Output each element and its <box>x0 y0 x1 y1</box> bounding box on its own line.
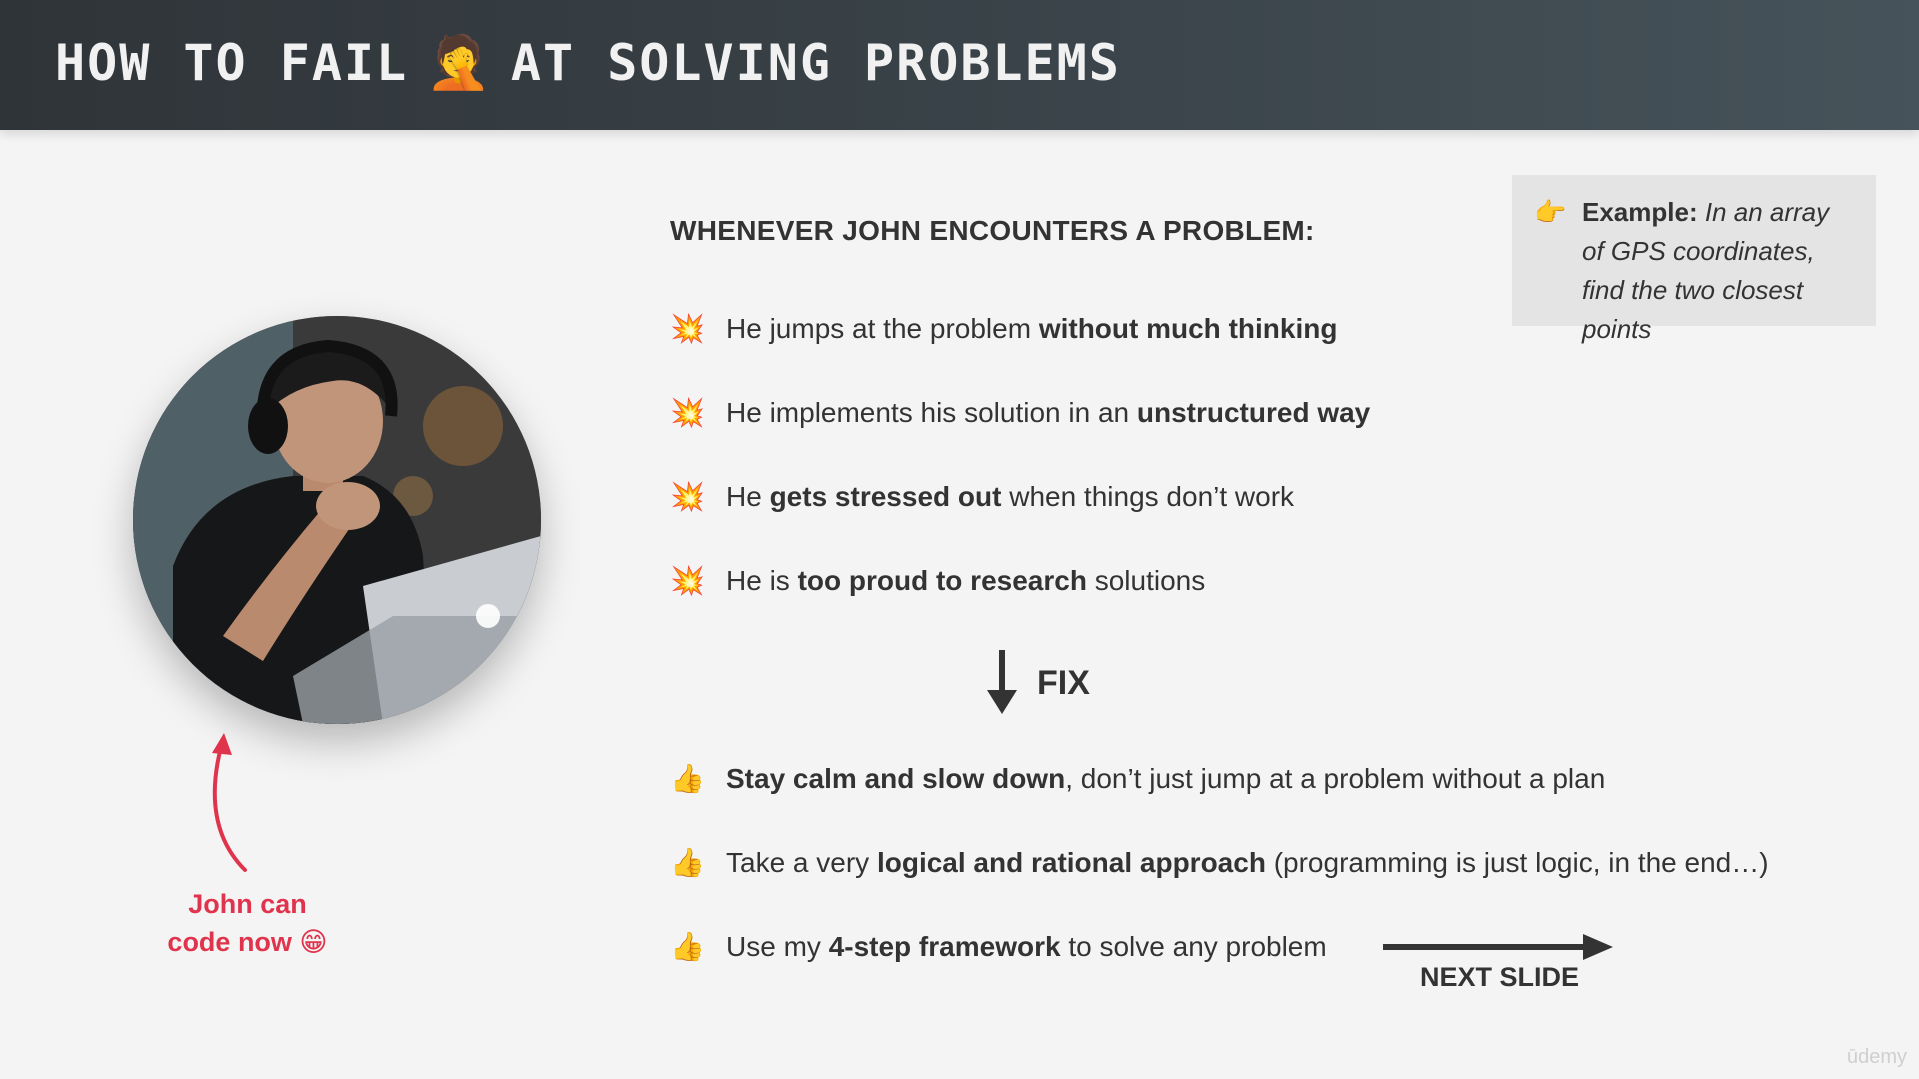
facepalm-icon: 🤦 <box>426 33 493 93</box>
red-curved-arrow-icon <box>212 733 247 872</box>
fix-marker: FIX <box>985 650 1090 716</box>
fix-text-post: (programming is just logic, in the end…) <box>1265 846 1769 878</box>
caption-line-2: code now 😁 <box>167 927 328 957</box>
fix-text-bold: logical and rational approach <box>876 846 1266 878</box>
title-part-1: HOW TO FAIL <box>55 34 409 92</box>
problem-text-pre: He implements his solution in an <box>726 396 1137 428</box>
problem-item: 💥 He implements his solution in an unstr… <box>670 396 1370 429</box>
problem-text-post: when things don’t work <box>1001 480 1295 512</box>
example-label: Example: <box>1582 197 1698 227</box>
fix-item: 👍 Stay calm and slow down , don’t just j… <box>670 762 1605 795</box>
person-with-laptop-illustration <box>133 316 541 724</box>
collision-icon: 💥 <box>670 565 705 596</box>
thumbs-up-icon: 👍 <box>670 847 705 878</box>
fix-item: 👍 Use my 4-step framework to solve any p… <box>670 930 1327 963</box>
pointing-hand-icon: 👉 <box>1534 197 1567 227</box>
collision-icon: 💥 <box>670 481 705 512</box>
problem-item: 💥 He gets stressed out when things don’t… <box>670 480 1294 513</box>
caption-line-1: John can <box>188 889 307 919</box>
problem-text-pre: He <box>726 480 770 512</box>
udemy-watermark: ūdemy <box>1846 1046 1907 1068</box>
title-part-2: AT SOLVING PROBLEMS <box>510 34 1121 92</box>
fix-text-post: to solve any problem <box>1060 930 1327 962</box>
problem-item: 💥 He jumps at the problem without much t… <box>670 312 1337 345</box>
fix-text-post: , don’t just jump at a problem without a… <box>1065 762 1606 794</box>
fix-label: FIX <box>1037 663 1090 702</box>
thumbs-up-icon: 👍 <box>670 763 705 794</box>
problem-text-pre: He is <box>726 564 798 596</box>
slide-header: HOW TO FAIL 🤦 AT SOLVING PROBLEMS <box>0 0 1919 130</box>
problem-item: 💥 He is too proud to research solutions <box>670 564 1205 597</box>
collision-icon: 💥 <box>670 313 705 344</box>
fix-text-bold: Stay calm and slow down <box>726 762 1066 794</box>
example-box: 👉 Example: In an array of GPS coordinate… <box>1512 175 1876 344</box>
arrow-right-icon <box>1383 934 1613 960</box>
problem-text-bold: unstructured way <box>1136 396 1371 428</box>
problem-text-bold: without much thinking <box>1038 312 1338 344</box>
fix-item: 👍 Take a very logical and rational appro… <box>670 846 1769 879</box>
collision-icon: 💥 <box>670 397 705 428</box>
problem-text-bold: gets stressed out <box>769 480 1002 512</box>
john-caption: John can code now 😁 <box>120 885 375 961</box>
arrow-down-icon <box>987 650 1017 714</box>
slide-title: HOW TO FAIL 🤦 AT SOLVING PROBLEMS <box>55 34 1121 92</box>
fix-text-pre: Use my <box>726 930 829 962</box>
problems-heading: WHENEVER JOHN ENCOUNTERS A PROBLEM: <box>670 215 1315 246</box>
john-photo <box>133 316 541 724</box>
thumbs-up-icon: 👍 <box>670 931 705 962</box>
fix-text-bold: 4-step framework <box>828 930 1061 962</box>
problem-text-pre: He jumps at the problem <box>726 312 1039 344</box>
problem-text-bold: too proud to research <box>797 564 1087 596</box>
next-slide-label: NEXT SLIDE <box>1420 962 1580 992</box>
fix-text-pre: Take a very <box>726 846 877 878</box>
problem-text-post: solutions <box>1086 564 1206 596</box>
